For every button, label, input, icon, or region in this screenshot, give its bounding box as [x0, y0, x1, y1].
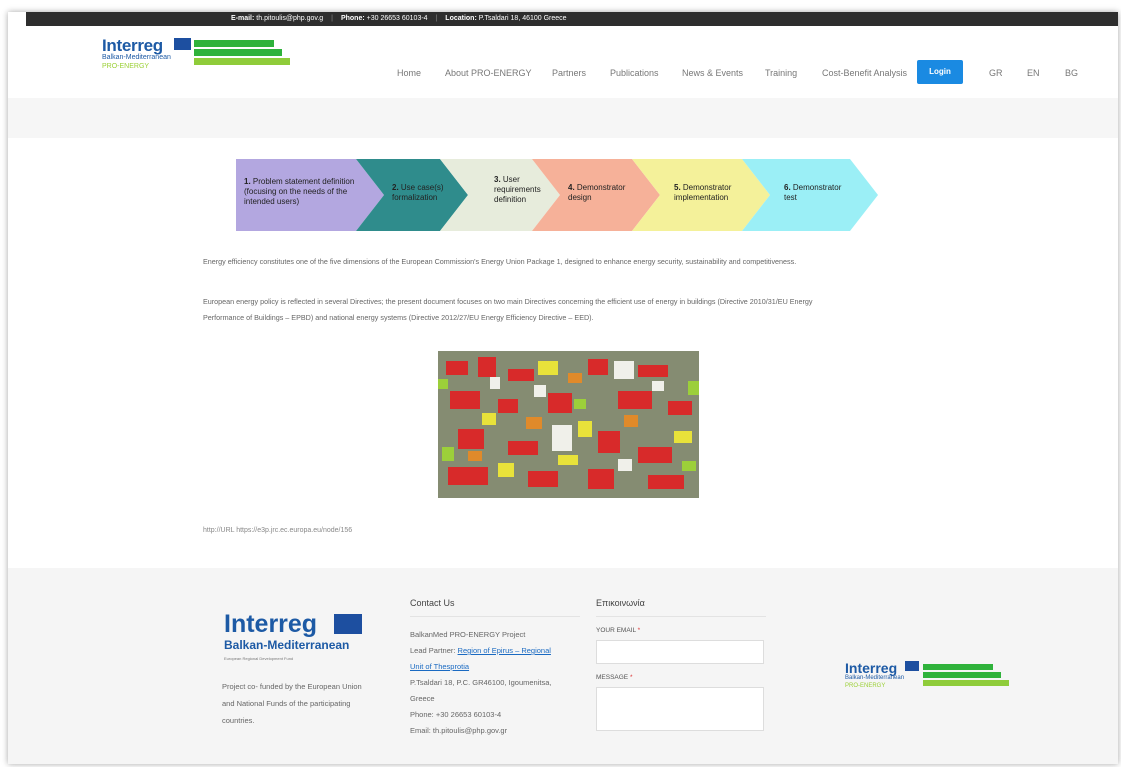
email-field-label: YOUR EMAIL *	[596, 627, 641, 634]
top-info-bar: E-mail: th.pitoulis@php.gov.g | Phone: +…	[26, 12, 1118, 26]
step-1-line1: Problem statement definition	[252, 177, 355, 186]
contact-form: Επικοινωνία YOUR EMAIL * MESSAGE *	[596, 598, 766, 731]
lead-partner-link-cont[interactable]: Unit of Thesprotia	[410, 659, 580, 675]
contact-project: BalkanMed PRO-ENERGY Project	[410, 630, 526, 639]
step-1-line3: intended users)	[244, 197, 300, 206]
message-field-label: MESSAGE *	[596, 674, 633, 681]
step-5-line2: implementation	[674, 193, 729, 202]
main-nav: Home About PRO-ENERGY Partners Publicati…	[8, 60, 1118, 90]
nav-cost-benefit[interactable]: Cost-Benefit Analysis	[822, 68, 907, 78]
nav-news-events[interactable]: News & Events	[682, 68, 743, 78]
process-diagram: 1. Problem statement definition (focusin…	[236, 159, 936, 231]
topbar-email[interactable]: th.pitoulis@php.gov.g	[256, 15, 323, 22]
browser-page: E-mail: th.pitoulis@php.gov.g | Phone: +…	[8, 12, 1118, 764]
contact-address-1: P.Tsaldari 18, P.C. GR46100, Igoumenitsa…	[410, 678, 552, 687]
nav-about[interactable]: About PRO-ENERGY	[445, 68, 532, 78]
step-6-number: 6.	[784, 183, 791, 192]
message-textarea[interactable]	[596, 687, 764, 731]
process-step-6: 6. Demonstrator test	[742, 159, 882, 231]
footer-logo-project-small: PRO-ENERGY	[845, 683, 886, 689]
contact-address-2: Greece	[410, 694, 435, 703]
step-3-number: 3.	[494, 175, 501, 184]
footer-interreg-logo: Interreg Balkan-Mediterranean European R…	[224, 610, 384, 670]
nav-partners[interactable]: Partners	[552, 68, 586, 78]
step-4-number: 4.	[568, 183, 575, 192]
eu-flag-icon	[174, 38, 191, 50]
hero-band	[8, 98, 1118, 138]
login-button[interactable]: Login	[917, 60, 963, 84]
footer-logo-program-small: Balkan-Mediterranean	[845, 675, 905, 681]
step-4-line1: Demonstrator	[576, 183, 626, 192]
contact-form-title: Επικοινωνία	[596, 598, 766, 617]
email-label: E-mail:	[231, 15, 255, 22]
paragraph-energy-policy: European energy policy is reflected in s…	[203, 294, 963, 326]
site-footer: Interreg Balkan-Mediterranean European R…	[8, 568, 1118, 764]
lead-partner-label: Lead Partner:	[410, 646, 456, 655]
footer-pro-energy-logo: Interreg Balkan-Mediterranean PRO-ENERGY	[843, 660, 1023, 694]
contact-email: Email: th.pitoulis@php.gov.gr	[410, 726, 508, 735]
nav-training[interactable]: Training	[765, 68, 797, 78]
footer-logo-word-small: Interreg	[845, 660, 898, 676]
footer-eu-flag-small-icon	[905, 661, 919, 671]
lang-en[interactable]: EN	[1027, 68, 1040, 78]
step-2-line1: Use case(s)	[400, 183, 444, 192]
step-1-number: 1.	[244, 177, 251, 186]
email-field[interactable]	[596, 640, 764, 664]
step-1-line2: (focusing on the needs of the	[244, 187, 348, 196]
lang-bg[interactable]: BG	[1065, 68, 1078, 78]
lang-gr[interactable]: GR	[989, 68, 1003, 78]
source-url[interactable]: http://URL https://e3p.jrc.ec.europa.eu/…	[203, 527, 352, 534]
footer-logo-program: Balkan-Mediterranean	[224, 638, 350, 652]
topbar-location: P.Tsaldari 18, 46100 Greece	[478, 15, 567, 22]
nav-publications[interactable]: Publications	[610, 68, 659, 78]
nav-home[interactable]: Home	[397, 68, 421, 78]
contact-phone: Phone: +30 26653 60103-4	[410, 710, 502, 719]
step-6-line1: Demonstrator	[792, 183, 842, 192]
paragraph-energy-efficiency: Energy efficiency constitutes one of the…	[203, 257, 797, 266]
step-5-line1: Demonstrator	[682, 183, 732, 192]
step-3-line3: definition	[494, 195, 527, 204]
site-header: Interreg Balkan-Mediterranean PRO-ENERGY…	[8, 26, 1118, 99]
logo-word: Interreg	[102, 36, 163, 55]
step-5-number: 5.	[674, 183, 681, 192]
topbar-phone: +30 26653 60103-4	[366, 15, 428, 22]
contact-us-title: Contact Us	[410, 598, 580, 617]
phone-label: Phone:	[340, 15, 365, 22]
location-label: Location:	[445, 15, 477, 22]
step-2-number: 2.	[392, 183, 399, 192]
paragraph-energy-policy-line1: European energy policy is reflected in s…	[203, 297, 813, 306]
city-energy-map-image	[438, 351, 699, 498]
footer-logo-fund: European Regional Development Fund	[224, 656, 294, 661]
step-2-line2: formalization	[392, 193, 438, 202]
lead-partner-link[interactable]: Region of Epirus – Regional	[458, 646, 551, 655]
step-3-line1: User	[502, 175, 520, 184]
step-6-line2: test	[784, 193, 797, 202]
paragraph-energy-policy-line2: Performance of Buildings – EPBD) and nat…	[203, 313, 594, 322]
footer-eu-flag-icon	[334, 614, 362, 634]
funding-text: Project co- funded by the European Union…	[222, 682, 362, 725]
step-4-line2: design	[568, 193, 592, 202]
footer-logo-word: Interreg	[224, 610, 318, 638]
contact-us-section: Contact Us BalkanMed PRO-ENERGY Project …	[410, 598, 580, 739]
